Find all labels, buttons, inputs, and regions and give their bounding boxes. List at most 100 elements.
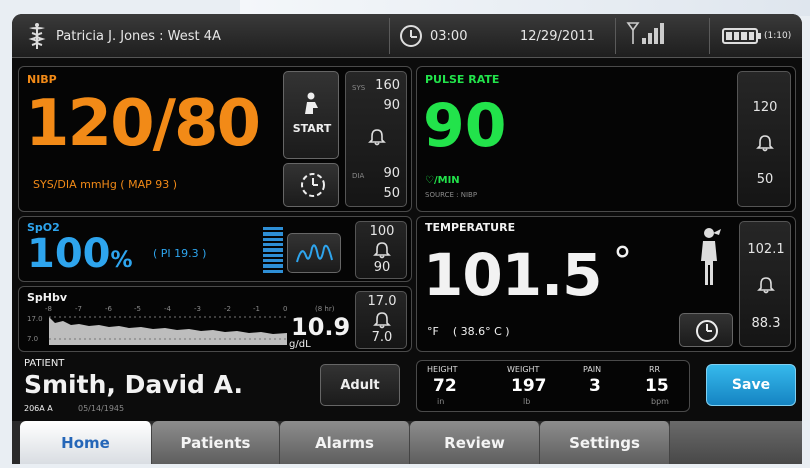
sphb-axis-low: 7.0	[27, 335, 39, 343]
dia-low-limit: 50	[383, 186, 400, 201]
nibp-alarm-limits[interactable]: SYS 160 90 DIA 90 50	[345, 71, 407, 207]
patient-label: PATIENT	[24, 358, 65, 369]
thermometer-timer-icon	[696, 320, 718, 342]
temperature-label: TEMPERATURE	[425, 221, 516, 234]
spo2-alarm-limits[interactable]: 100 90	[355, 221, 407, 279]
height-unit: in	[437, 397, 445, 406]
nibp-units: SYS/DIA mmHg ( MAP 93 )	[33, 178, 178, 191]
sphb-panel[interactable]: SpHbv -8 -7 -6 -5 -4 -3 -2 -1 0 17.0 7.0 (8 hr) …	[18, 286, 412, 352]
header-divider	[709, 18, 710, 54]
spo2-unit: %	[110, 248, 133, 273]
temperature-mode-button[interactable]	[679, 313, 733, 347]
patient-type-button[interactable]: Adult	[320, 364, 400, 406]
sys-low-limit: 90	[383, 98, 400, 113]
battery-icon	[722, 28, 761, 44]
patient-location[interactable]: Patricia J. Jones : West 4A	[56, 14, 221, 58]
sphb-axis-tick: -1	[253, 305, 260, 313]
sys-tag: SYS	[352, 84, 366, 92]
tab-home[interactable]: Home	[20, 421, 152, 464]
weight-label: WEIGHT	[507, 365, 540, 374]
patient-room: 206A A	[24, 404, 53, 413]
waveform-icon	[296, 244, 333, 263]
nibp-value: 120/80	[25, 87, 261, 161]
device-page: Patricia J. Jones : West 4A 03:00 12/29/…	[0, 0, 810, 468]
pain-value: 3	[589, 376, 601, 396]
status-header: Patricia J. Jones : West 4A 03:00 12/29/…	[12, 14, 802, 58]
nibp-start-button[interactable]: START	[283, 71, 339, 159]
bell-icon	[373, 312, 391, 329]
weight-field[interactable]: WEIGHT 197 lb	[497, 363, 573, 411]
bell-icon	[756, 135, 774, 152]
sphb-axis-tick: -4	[164, 305, 171, 313]
patient-standing-icon	[701, 228, 721, 285]
pulse-label: PULSE RATE	[425, 73, 500, 86]
sphb-high-limit: 17.0	[367, 294, 397, 309]
pain-label: PAIN	[583, 365, 602, 374]
nibp-panel[interactable]: NIBP 120/80 SYS/DIA mmHg ( MAP 93 ) STAR…	[18, 66, 412, 212]
tab-review[interactable]: Review	[410, 421, 540, 464]
save-button[interactable]: Save	[706, 364, 796, 406]
pulse-high-limit: 120	[752, 100, 778, 115]
pulse-rate-panel[interactable]: PULSE RATE 90 ♡/MIN SOURCE : NIBP 120 50	[416, 66, 796, 212]
start-label: START	[292, 122, 332, 135]
sphb-axis-tick: -5	[134, 305, 141, 313]
spo2-waveform-button[interactable]	[287, 233, 341, 273]
sphb-axis-tick: -8	[45, 305, 52, 313]
dia-tag: DIA	[352, 172, 365, 180]
temperature-units: °F ( 38.6° C )	[427, 325, 510, 338]
rr-value: 15	[645, 376, 669, 396]
bell-icon	[757, 277, 775, 294]
temperature-low-limit: 88.3	[751, 316, 781, 331]
height-value: 72	[433, 376, 457, 396]
tab-alarms[interactable]: Alarms	[280, 421, 410, 464]
header-divider	[389, 18, 390, 54]
weight-unit: lb	[523, 397, 531, 406]
tab-spacer	[670, 421, 802, 464]
sphb-axis-tick: -2	[224, 305, 231, 313]
respiration-rate-field[interactable]: RR 15 bpm	[631, 363, 687, 411]
pulse-alarm-limits[interactable]: 120 50	[737, 71, 791, 207]
temperature-degree: °	[613, 239, 632, 283]
tab-settings[interactable]: Settings	[540, 421, 670, 464]
caduceus-icon	[28, 23, 46, 49]
dia-high-limit: 90	[383, 166, 400, 181]
pulse-low-limit: 50	[756, 172, 774, 187]
spo2-panel[interactable]: SpO2 100% ( PI 19.3 ) 100 90	[18, 216, 412, 282]
manual-parameters-panel[interactable]: HEIGHT 72 in WEIGHT 197 lb PAIN 3 RR 15 …	[416, 360, 690, 412]
spo2-reading: 100%	[27, 231, 133, 277]
sphb-unit: g/dL	[289, 339, 311, 350]
spo2-value: 100	[27, 231, 111, 277]
patient-name[interactable]: Smith, David A.	[24, 370, 243, 399]
nibp-interval-button[interactable]	[283, 163, 339, 207]
monitor-screen: Patricia J. Jones : West 4A 03:00 12/29/…	[12, 14, 802, 464]
interval-timer[interactable]: 03:00	[400, 14, 467, 58]
temperature-panel[interactable]: TEMPERATURE 101.5 ° °F ( 38.6° C ) 102.1	[416, 216, 796, 352]
sphb-axis-tick: -6	[105, 305, 112, 313]
battery-time: (1:10)	[764, 31, 792, 41]
person-start-icon	[305, 92, 318, 114]
pulse-units: ♡/MIN	[425, 175, 460, 186]
temperature-alarm-limits[interactable]: 102.1 88.3	[739, 221, 791, 347]
height-field[interactable]: HEIGHT 72 in	[421, 363, 497, 411]
clock-icon	[400, 25, 422, 47]
bell-icon	[373, 242, 391, 259]
sphb-axis-unit: (8 hr)	[315, 305, 335, 313]
patient-strip[interactable]: PATIENT Smith, David A. 206A A 05/14/194…	[18, 356, 412, 418]
temperature-high-limit: 102.1	[747, 242, 785, 257]
sphb-label: SpHbv	[27, 291, 68, 304]
height-label: HEIGHT	[427, 365, 458, 374]
pain-field[interactable]: PAIN 3	[573, 363, 625, 411]
sphb-low-limit: 7.0	[371, 330, 393, 345]
perfusion-bar	[263, 227, 283, 273]
sphb-axis-tick: -3	[194, 305, 201, 313]
sphb-alarm-limits[interactable]: 17.0 7.0	[355, 291, 407, 349]
tab-patients[interactable]: Patients	[152, 421, 280, 464]
signal-icon	[626, 22, 664, 44]
rr-label: RR	[649, 365, 661, 374]
date-display[interactable]: 12/29/2011	[520, 14, 595, 58]
pulse-source: SOURCE : NIBP	[425, 191, 478, 199]
temperature-value: 101.5	[423, 241, 602, 309]
weight-value: 197	[511, 376, 547, 396]
battery-status[interactable]: (1:10)	[722, 14, 791, 58]
pulse-value: 90	[423, 91, 507, 161]
